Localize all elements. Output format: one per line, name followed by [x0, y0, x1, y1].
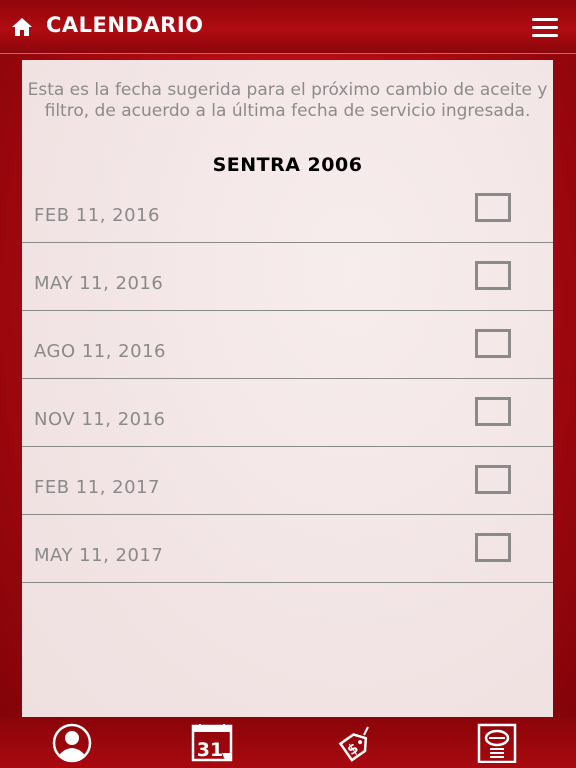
date-label: AGO 11, 2016: [34, 341, 166, 362]
home-icon[interactable]: [11, 16, 33, 38]
date-row: FEB 11, 2017: [22, 447, 553, 515]
bottom-tab-bar: 31 $: [0, 717, 576, 768]
app-header: CALENDARIO: [0, 0, 576, 54]
calendar-icon[interactable]: 31: [188, 723, 238, 763]
date-row: NOV 11, 2016: [22, 379, 553, 447]
date-row: MAY 11, 2017: [22, 515, 553, 583]
hamburger-menu-icon[interactable]: [532, 18, 558, 38]
vehicle-title: SENTRA 2006: [212, 154, 363, 176]
date-label: FEB 11, 2017: [34, 477, 160, 498]
calendar-day-text: 31: [197, 739, 223, 761]
intro-text: Esta es la fecha sugerida para el próxim…: [27, 80, 548, 121]
page-title: CALENDARIO: [46, 13, 204, 37]
date-checkbox[interactable]: [475, 329, 511, 358]
date-label: NOV 11, 2016: [34, 409, 166, 430]
date-row: MAY 11, 2016: [22, 243, 553, 311]
date-label: FEB 11, 2016: [34, 205, 160, 226]
date-row: AGO 11, 2016: [22, 311, 553, 379]
date-label: MAY 11, 2016: [34, 273, 164, 294]
date-checkbox[interactable]: [475, 533, 511, 562]
service-station-icon[interactable]: [476, 723, 518, 763]
date-list: FEB 11, 2016 MAY 11, 2016 AGO 11, 2016 N…: [22, 175, 553, 583]
date-checkbox[interactable]: [475, 397, 511, 426]
user-profile-icon[interactable]: [48, 723, 96, 763]
date-checkbox[interactable]: [475, 261, 511, 290]
date-checkbox[interactable]: [475, 465, 511, 494]
date-row: FEB 11, 2016: [22, 175, 553, 243]
price-tag-icon[interactable]: $: [334, 723, 378, 763]
date-label: MAY 11, 2017: [34, 545, 164, 566]
date-checkbox[interactable]: [475, 193, 511, 222]
calendar-card: Esta es la fecha sugerida para el próxim…: [22, 60, 553, 717]
